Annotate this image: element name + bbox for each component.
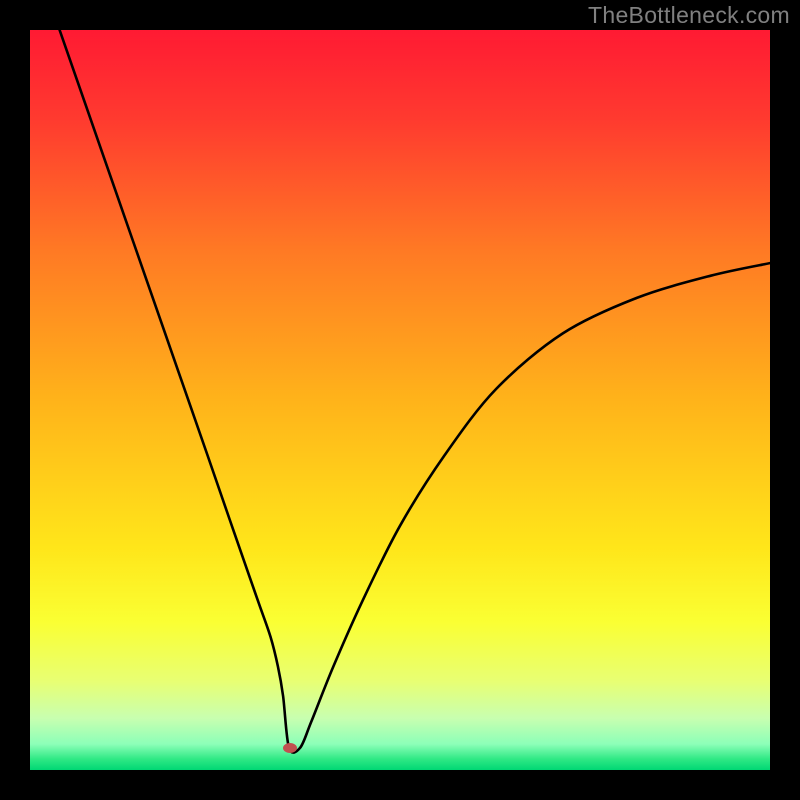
- curve-layer: [30, 30, 770, 770]
- chart-frame: TheBottleneck.com: [0, 0, 800, 800]
- minimum-marker: [283, 743, 297, 753]
- bottleneck-curve: [60, 30, 770, 753]
- plot-area: [30, 30, 770, 770]
- watermark-text: TheBottleneck.com: [588, 2, 790, 29]
